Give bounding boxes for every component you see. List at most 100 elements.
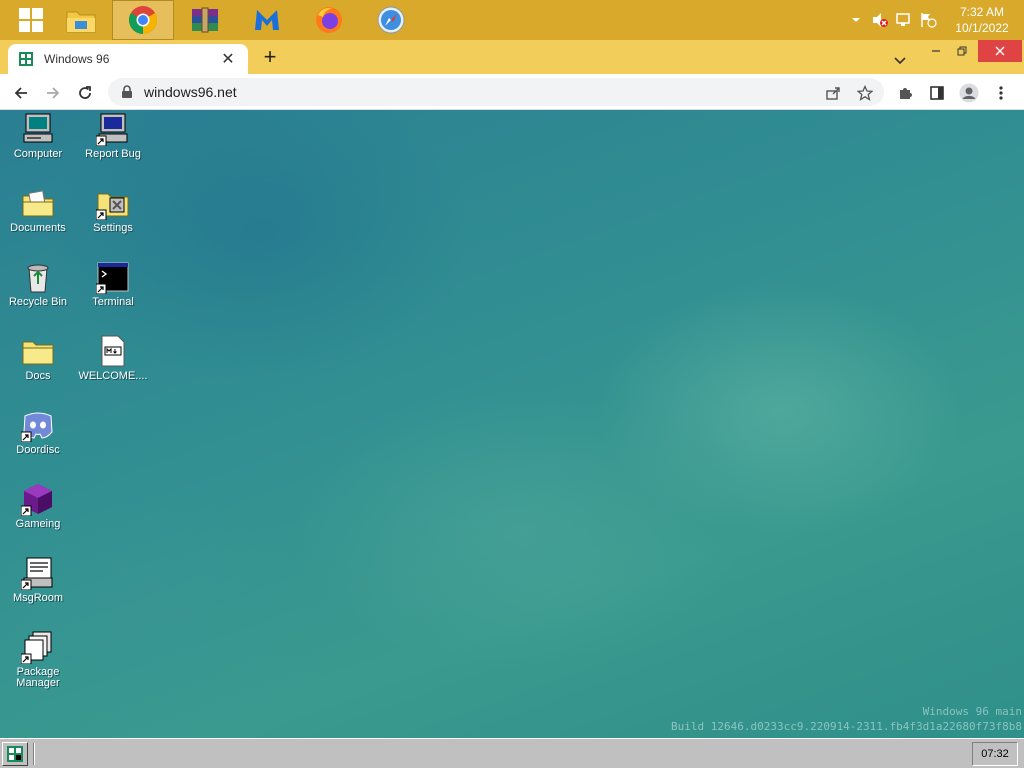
w96-clock[interactable]: 07:32 bbox=[972, 742, 1018, 766]
system-tray: 7:32 AM 10/1/2022 bbox=[844, 0, 1024, 40]
documents-folder-icon bbox=[22, 190, 54, 217]
puzzle-icon bbox=[900, 88, 912, 99]
tray-network[interactable] bbox=[892, 0, 916, 40]
desktop-icon-msgroom[interactable]: MsgRoom bbox=[0, 556, 76, 604]
desktop-icon-label: WELCOME.... bbox=[78, 370, 148, 382]
w96-taskbar: 07:32 bbox=[0, 738, 1024, 768]
msgroom-icon bbox=[21, 557, 53, 590]
volume-muted-icon bbox=[873, 13, 888, 27]
firefox-icon bbox=[316, 7, 342, 33]
desktop-icon-report-bug[interactable]: Report Bug bbox=[75, 112, 151, 160]
chrome-menu-button[interactable] bbox=[988, 80, 1014, 106]
profile-button[interactable] bbox=[956, 80, 982, 106]
flag-clock-icon bbox=[921, 13, 937, 28]
restore-button[interactable] bbox=[952, 40, 972, 62]
arrow-right-icon bbox=[47, 87, 60, 99]
windows96-favicon-icon bbox=[19, 52, 33, 66]
address-bar[interactable]: windows96.net bbox=[108, 78, 884, 106]
browser-tabstrip: Windows 96 ✕ + bbox=[0, 40, 1024, 74]
package-manager-icon bbox=[21, 631, 52, 664]
computer-icon bbox=[23, 113, 53, 143]
extensions-button[interactable] bbox=[892, 80, 918, 106]
desktop-icon-doordisc[interactable]: Doordisc bbox=[0, 408, 76, 456]
restore-icon bbox=[957, 46, 967, 56]
settings-icon bbox=[96, 193, 129, 220]
tray-overflow-button[interactable] bbox=[844, 0, 868, 40]
w96-start-button[interactable] bbox=[2, 742, 28, 766]
taskbar-separator bbox=[33, 743, 35, 765]
host-clock[interactable]: 7:32 AM 10/1/2022 bbox=[940, 4, 1024, 36]
taskbar-chrome[interactable] bbox=[112, 0, 174, 40]
desktop-icon-docs[interactable]: Docs bbox=[0, 334, 76, 382]
desktop-icon-welcome[interactable]: WELCOME.... bbox=[75, 334, 151, 382]
desktop-icon-label: Terminal bbox=[92, 296, 134, 308]
back-button[interactable] bbox=[8, 80, 34, 106]
tray-action-center[interactable] bbox=[916, 0, 940, 40]
build-info: Windows 96 main Build 12646.d0233cc9.220… bbox=[671, 704, 1022, 734]
new-tab-button[interactable]: + bbox=[258, 46, 282, 70]
minimize-button[interactable] bbox=[926, 40, 946, 62]
tray-volume[interactable] bbox=[868, 0, 892, 40]
network-icon bbox=[896, 13, 910, 26]
browser-tab[interactable]: Windows 96 ✕ bbox=[8, 44, 248, 74]
desktop-icon-gameing[interactable]: Gameing bbox=[0, 482, 76, 530]
tab-search-button[interactable] bbox=[888, 50, 912, 72]
desktop-icon-label: Computer bbox=[13, 148, 63, 160]
desktop-icon-label: Report Bug bbox=[85, 148, 141, 160]
host-clock-date: 10/1/2022 bbox=[955, 21, 1009, 35]
browser-toolbar: windows96.net bbox=[0, 74, 1024, 110]
taskbar-malwarebytes[interactable] bbox=[236, 0, 298, 40]
w96-desktop[interactable]: Computer Documents Recycle Bin Docs Door… bbox=[0, 110, 1024, 738]
share-button[interactable] bbox=[820, 80, 846, 106]
report-bug-icon bbox=[96, 113, 128, 146]
taskbar-safari[interactable] bbox=[360, 0, 422, 40]
forward-button[interactable] bbox=[40, 80, 66, 106]
terminal-icon bbox=[96, 262, 129, 294]
reload-icon bbox=[79, 86, 91, 99]
desktop-icon-label: MsgRoom bbox=[12, 592, 64, 604]
close-icon bbox=[995, 46, 1005, 56]
tab-title: Windows 96 bbox=[44, 52, 110, 66]
taskbar-winrar[interactable] bbox=[174, 0, 236, 40]
share-icon bbox=[826, 87, 840, 100]
taskbar-file-explorer[interactable] bbox=[50, 0, 112, 40]
host-clock-time: 7:32 AM bbox=[959, 5, 1005, 19]
star-icon bbox=[857, 85, 873, 101]
bookmark-button[interactable] bbox=[852, 80, 878, 106]
more-vert-icon bbox=[999, 86, 1003, 100]
desktop-icon-recycle-bin[interactable]: Recycle Bin bbox=[0, 260, 76, 308]
desktop-icon-computer[interactable]: Computer bbox=[0, 112, 76, 160]
side-panel-button[interactable] bbox=[924, 80, 950, 106]
arrow-left-icon bbox=[14, 87, 27, 99]
desktop-icon-package-manager[interactable]: Package Manager bbox=[0, 630, 76, 689]
build-info-line2: Build 12646.d0233cc9.220914-2311.fb4f3d1… bbox=[671, 720, 1022, 733]
w96-start-icon bbox=[7, 746, 23, 762]
safari-icon bbox=[377, 6, 405, 34]
desktop-icon-label: Package Manager bbox=[16, 666, 60, 689]
desktop-icon-label: Recycle Bin bbox=[8, 296, 68, 308]
desktop-icon-terminal[interactable]: Terminal bbox=[75, 260, 151, 308]
folder-icon bbox=[22, 341, 54, 365]
chrome-icon bbox=[129, 6, 157, 34]
side-panel-icon bbox=[930, 86, 944, 100]
tab-close-icon[interactable]: ✕ bbox=[218, 49, 238, 69]
desktop-icon-settings[interactable]: Settings bbox=[75, 186, 151, 234]
url-text[interactable]: windows96.net bbox=[144, 84, 237, 100]
chevron-up-icon bbox=[852, 18, 860, 22]
desktop-icon-label: Docs bbox=[25, 370, 51, 382]
recycle-bin-icon bbox=[27, 264, 49, 293]
profile-avatar-icon bbox=[959, 83, 979, 103]
lock-icon[interactable] bbox=[120, 85, 134, 99]
file-explorer-icon bbox=[66, 11, 96, 33]
chevron-down-icon bbox=[894, 57, 906, 65]
desktop-icon-label: Settings bbox=[93, 222, 133, 234]
close-window-button[interactable] bbox=[978, 40, 1022, 62]
taskbar-firefox[interactable] bbox=[298, 0, 360, 40]
minimize-icon bbox=[932, 50, 940, 52]
windows-logo-icon bbox=[19, 8, 43, 32]
game-cube-icon bbox=[21, 484, 52, 516]
malwarebytes-icon bbox=[255, 10, 279, 30]
desktop-icon-documents[interactable]: Documents bbox=[0, 186, 76, 234]
desktop-icon-label: Documents bbox=[10, 222, 66, 234]
reload-button[interactable] bbox=[72, 80, 98, 106]
